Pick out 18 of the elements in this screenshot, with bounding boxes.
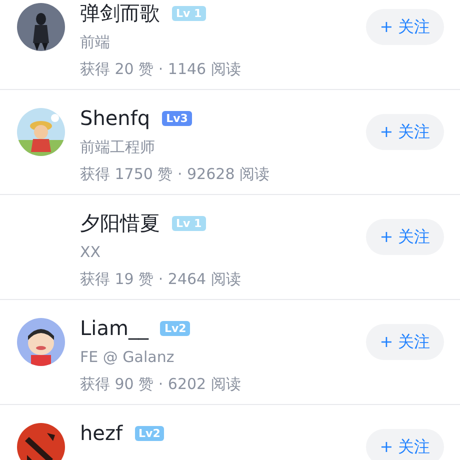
user-title: 前端工程师 (80, 137, 156, 158)
user-name[interactable]: hezf (80, 420, 123, 446)
user-name[interactable]: 夕阳惜夏 (80, 210, 160, 236)
level-badge: Lv 1 (172, 6, 206, 20)
user-stats: 获得 1750 赞 · 92628 阅读 (80, 164, 270, 185)
user-name[interactable]: Liam__ (80, 315, 148, 341)
user-stats: 获得 90 赞 · 6202 阅读 (80, 374, 242, 395)
user-stats: 获得 19 赞 · 2464 阅读 (80, 269, 242, 290)
user-title: XX (80, 242, 102, 263)
user-name[interactable]: Shenfq (80, 105, 150, 131)
level-badge: Lv3 (162, 110, 192, 126)
level-badge: Lv2 (134, 426, 164, 440)
user-name[interactable]: 弹剑而歌 (80, 0, 160, 26)
user-stats: 获得 20 赞 · 1146 阅读 (80, 59, 242, 80)
level-badge: Lv 1 (172, 216, 206, 230)
user-title: FE @ Galanz (80, 347, 176, 368)
level-badge: Lv2 (160, 320, 190, 336)
user-title: 前端 (80, 32, 111, 53)
